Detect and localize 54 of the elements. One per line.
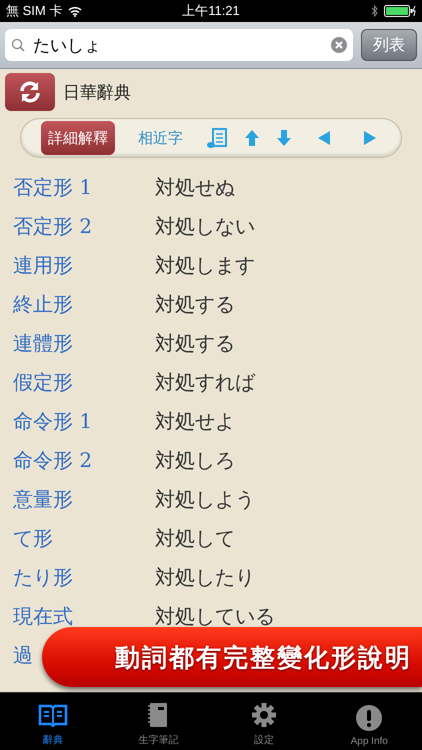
toolbar-tab[interactable]: 相近字 (131, 121, 190, 155)
form-label: 現在式 (13, 602, 73, 630)
down-arrow-icon[interactable] (276, 129, 292, 147)
form-value: 対処する (155, 330, 235, 356)
form-value: 対処します (155, 252, 255, 278)
form-value: 対処しよう (155, 486, 255, 512)
form-label: 意量形 (13, 486, 73, 512)
exclamation-icon (356, 705, 382, 731)
form-label: 否定形 2 (13, 212, 92, 240)
form-label: 假定形 (13, 368, 73, 396)
form-value: 対処して (155, 524, 235, 552)
tab-bar-item[interactable]: 辭典 (0, 693, 106, 750)
form-value: 対処しろ (155, 446, 235, 474)
search-icon (11, 38, 25, 52)
tab-bar-item[interactable]: 設定 (211, 693, 316, 750)
left-arrow-icon[interactable] (316, 129, 332, 147)
form-value: 対処すれば (155, 368, 255, 396)
form-value: 対処している (155, 602, 275, 630)
list-button[interactable]: 列表 (361, 29, 417, 61)
form-label: 連體形 (13, 330, 73, 356)
book-icon (38, 703, 68, 727)
search-input[interactable]: たいしょ (31, 34, 325, 56)
form-label: 連用形 (13, 252, 73, 278)
form-value: 対処せよ (155, 408, 235, 434)
form-label: たり形 (13, 564, 73, 590)
wifi-icon (68, 6, 82, 16)
form-label: 命令形 2 (13, 446, 92, 474)
gear-icon (250, 702, 277, 728)
form-label: 過 (13, 642, 33, 668)
carrier-label: 無 SIM 卡 (6, 2, 62, 20)
notebook-icon (147, 702, 170, 728)
form-value: 対処したり (155, 564, 255, 590)
up-arrow-icon[interactable] (244, 129, 260, 147)
refresh-icon (18, 80, 42, 104)
refresh-button[interactable] (5, 73, 55, 111)
promo-banner: 動詞都有完整變化形說明 (42, 627, 422, 687)
form-value: 対処しない (155, 212, 255, 240)
battery-icon (384, 5, 416, 17)
right-arrow-icon[interactable] (362, 129, 378, 147)
form-label: 終止形 (13, 290, 73, 318)
form-value: 対処する (155, 290, 235, 318)
document-icon[interactable] (206, 127, 228, 149)
toolbar-tab[interactable]: 詳細解釋 (41, 121, 115, 155)
clear-icon[interactable] (331, 37, 347, 53)
clock-time: 上午11:21 (182, 3, 240, 18)
form-label: 命令形 1 (13, 408, 92, 434)
dictionary-title: 日華辭典 (63, 82, 131, 104)
bluetooth-icon (371, 5, 378, 17)
form-label: て形 (13, 524, 53, 552)
search-field[interactable]: たいしょ (5, 29, 353, 61)
tab-bar-item[interactable]: App Info (316, 693, 422, 750)
tab-bar-item[interactable]: 生字筆記 (106, 693, 211, 750)
form-label: 否定形 1 (13, 174, 92, 200)
form-value: 対処せぬ (155, 174, 235, 200)
